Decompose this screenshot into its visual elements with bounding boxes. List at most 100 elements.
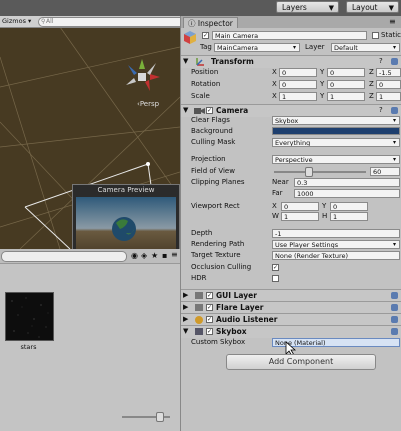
static-checkbox[interactable] [372, 32, 379, 39]
stars-asset-thumbnail[interactable] [5, 292, 54, 341]
viewport-w-field[interactable]: 1 [281, 212, 319, 221]
active-checkbox[interactable]: ✓ [202, 32, 209, 39]
culling-mask-dropdown[interactable]: Everything ▾ [272, 138, 400, 147]
z-label: Z [369, 80, 374, 88]
gear-icon[interactable] [391, 107, 398, 114]
foldout-arrow-icon[interactable]: ▼ [183, 327, 188, 335]
chevron-down-icon: ▾ [392, 156, 396, 163]
foldout-arrow-icon[interactable]: ▼ [183, 57, 188, 65]
panel-menu-icon[interactable]: ≡ [389, 17, 396, 26]
position-x-field[interactable]: 0 [279, 68, 317, 77]
help-icon[interactable]: ? [379, 106, 383, 114]
scene-view[interactable]: Gizmos ▾ ⚲ All ‹Persp Camera Preview [0, 16, 180, 249]
rotation-y-field[interactable]: 0 [327, 80, 365, 89]
chevron-down-icon: ▾ [392, 117, 396, 124]
camera-preview-panel: Camera Preview [72, 184, 180, 249]
z-label: Z [369, 68, 374, 76]
add-component-button[interactable]: Add Component [226, 354, 376, 370]
clear-flags-dropdown[interactable]: Skybox ▾ [272, 116, 400, 125]
perspective-label[interactable]: ‹Persp [137, 100, 159, 108]
favorite-star-icon[interactable]: ★ [151, 251, 158, 260]
fov-field[interactable]: 60 [370, 167, 400, 176]
scene-toolbar: Gizmos ▾ ⚲ All [0, 16, 180, 28]
lock-icon[interactable]: ▪ [162, 251, 167, 260]
far-field[interactable]: 1000 [294, 189, 400, 198]
occlusion-culling-checkbox[interactable]: ✓ [272, 264, 279, 271]
gear-icon[interactable] [391, 304, 398, 311]
camera-icon [194, 108, 205, 114]
x-label: X [272, 80, 277, 88]
chevron-down-icon: ▼ [388, 4, 394, 12]
target-texture-field[interactable]: None (Render Texture) [272, 251, 400, 260]
skybox-icon [195, 328, 203, 335]
rotation-z-field[interactable]: 0 [376, 80, 401, 89]
scale-z-field[interactable]: 1 [376, 92, 401, 101]
viewport-h-field[interactable]: 1 [330, 212, 368, 221]
help-icon[interactable]: ? [379, 57, 383, 65]
position-y-field[interactable]: 0 [327, 68, 365, 77]
clipping-planes-label: Clipping Planes [191, 178, 245, 186]
scale-y-field[interactable]: 1 [327, 92, 365, 101]
slider-handle[interactable] [156, 412, 164, 422]
gizmos-dropdown[interactable]: Gizmos ▾ [2, 17, 31, 25]
flare-layer-checkbox[interactable]: ✓ [206, 304, 213, 311]
occlusion-culling-label: Occlusion Culling [191, 263, 252, 271]
filter-type-icon[interactable]: ◉ [131, 251, 138, 260]
foldout-arrow-icon[interactable]: ▶ [183, 315, 188, 323]
layout-dropdown[interactable]: Layout ▼ [346, 1, 399, 13]
object-name-field[interactable]: Main Camera [212, 31, 367, 40]
viewport-x-field[interactable]: 0 [281, 202, 319, 211]
fov-label: Field of View [191, 167, 235, 175]
skybox-header[interactable]: ▼ ✓ Skybox [181, 325, 401, 338]
near-field[interactable]: 0.3 [294, 178, 400, 187]
tag-dropdown[interactable]: MainCamera ▾ [214, 43, 300, 52]
layer-label: Layer [305, 43, 325, 51]
filter-label-icon[interactable]: ◈ [141, 251, 147, 260]
foldout-arrow-icon[interactable]: ▶ [183, 303, 188, 311]
z-label: Z [369, 92, 374, 100]
scale-x-field[interactable]: 1 [279, 92, 317, 101]
layers-dropdown[interactable]: Layers ▼ [276, 1, 339, 13]
camera-enabled-checkbox[interactable]: ✓ [206, 107, 213, 114]
depth-field[interactable]: -1 [272, 229, 400, 238]
viewport-rect-label: Viewport Rect [191, 202, 240, 210]
chevron-down-icon: ▾ [392, 44, 396, 51]
fov-slider-handle[interactable] [305, 167, 313, 177]
projection-label: Projection [191, 155, 226, 163]
hdr-checkbox[interactable] [272, 275, 279, 282]
custom-skybox-label: Custom Skybox [191, 338, 246, 346]
layers-label: Layers [282, 3, 307, 12]
gui-layer-title: GUI Layer [216, 291, 257, 300]
y-label: Y [320, 92, 325, 100]
tab-inspector[interactable]: ⓘ Inspector [183, 17, 238, 28]
transform-header[interactable]: ▼ Transform ? [181, 55, 401, 68]
gear-icon[interactable] [391, 58, 398, 65]
scene-search-input[interactable]: ⚲ All [38, 17, 180, 27]
camera-preview-image [76, 197, 176, 249]
rendering-path-dropdown[interactable]: Use Player Settings ▾ [272, 240, 400, 249]
rotation-x-field[interactable]: 0 [279, 80, 317, 89]
skybox-checkbox[interactable]: ✓ [206, 328, 213, 335]
audio-listener-checkbox[interactable]: ✓ [206, 316, 213, 323]
search-icon: ⚲ [41, 18, 46, 25]
gui-layer-checkbox[interactable]: ✓ [206, 292, 213, 299]
gear-icon[interactable] [391, 292, 398, 299]
foldout-arrow-icon[interactable]: ▶ [183, 291, 188, 299]
position-label: Position [191, 68, 219, 76]
near-label: Near [272, 178, 289, 186]
menu-icon[interactable]: ≡ [171, 250, 178, 259]
gear-icon[interactable] [391, 328, 398, 335]
projection-dropdown[interactable]: Perspective ▾ [272, 155, 400, 164]
viewport-y-field[interactable]: 0 [330, 202, 368, 211]
top-toolbar: Layers ▼ Layout ▼ [0, 0, 401, 16]
layer-dropdown[interactable]: Default ▾ [331, 43, 400, 52]
foldout-arrow-icon[interactable]: ▼ [183, 106, 188, 114]
background-color-field[interactable] [272, 127, 400, 135]
gear-icon[interactable] [391, 316, 398, 323]
fov-slider-track[interactable] [274, 171, 366, 173]
orientation-gizmo-icon[interactable] [122, 57, 162, 97]
project-search-input[interactable] [1, 251, 127, 262]
position-z-field[interactable]: -1.5 [376, 68, 401, 77]
target-texture-label: Target Texture [191, 251, 241, 259]
flare-layer-icon [195, 304, 203, 311]
